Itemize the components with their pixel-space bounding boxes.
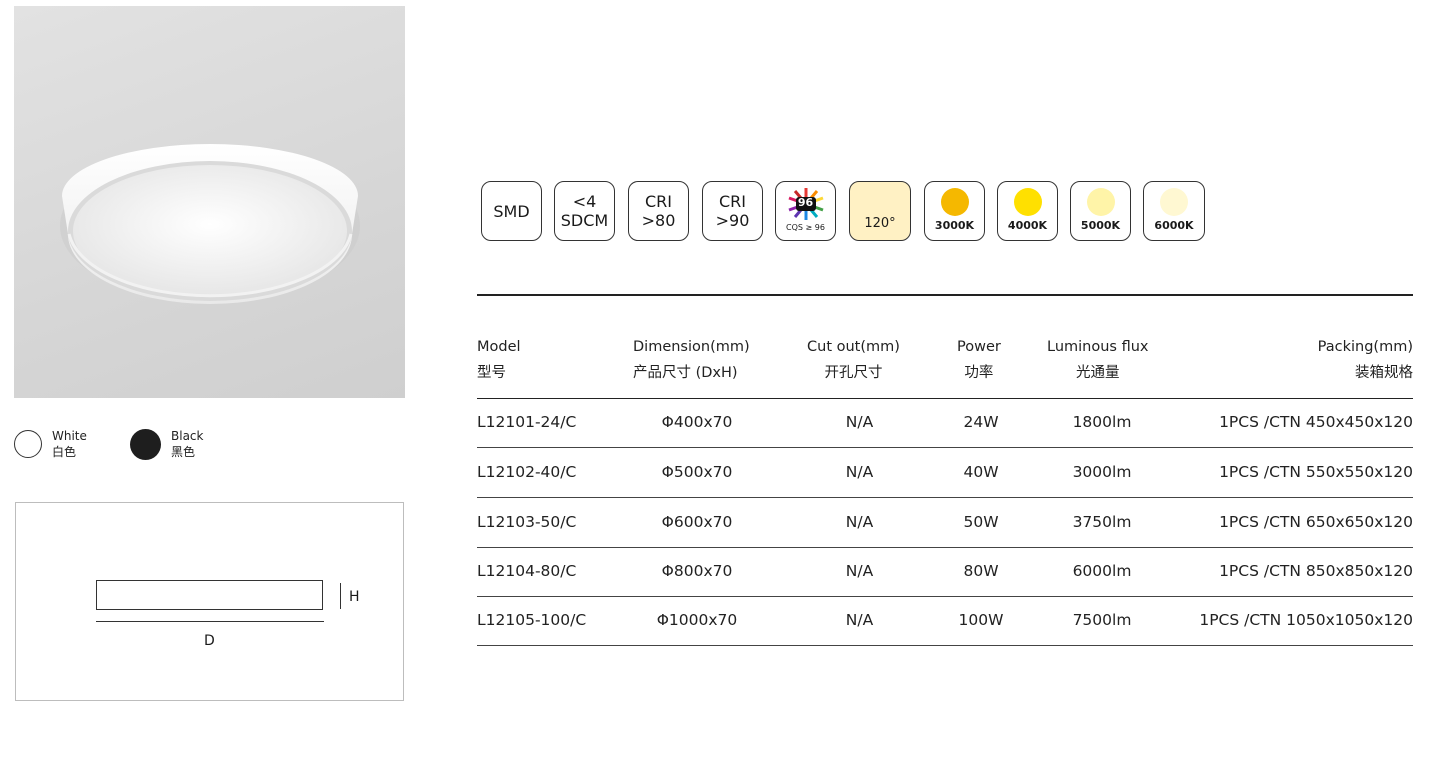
cct-3000k-label: 3000K <box>934 219 975 232</box>
sdcm-line1: <4 <box>572 192 597 211</box>
diagram-d-label: D <box>204 633 215 649</box>
header-dimension: Dimension(mm) 产品尺寸 (DxH) <box>633 339 750 381</box>
smd-icon: SMD <box>481 181 542 241</box>
smd-label: SMD <box>493 201 530 221</box>
table-row: L12102-40/C Φ500x70 N/A 40W 3000lm 1PCS … <box>477 448 1413 498</box>
cqs-label: CQS ≥ 96 <box>786 223 825 232</box>
cri90-icon: CRI >90 <box>702 181 763 241</box>
diagram-h-label: H <box>349 589 360 605</box>
diagram-width-line <box>96 621 324 622</box>
cqs-icon: 96 CQS ≥ 96 <box>775 181 836 241</box>
table-row: L12105-100/C Φ1000x70 N/A 100W 7500lm 1P… <box>477 596 1413 646</box>
finish-white-en: White <box>52 429 87 443</box>
ceiling-light-image <box>60 144 360 304</box>
beam-angle-icon: 120° <box>849 181 911 241</box>
cct-4000k-label: 4000K <box>1007 219 1048 232</box>
header-packing: Packing(mm) 装箱规格 <box>1317 339 1413 381</box>
cct-4000k-icon: 4000K <box>997 181 1058 241</box>
white-swatch-icon <box>14 430 42 458</box>
finish-options: White 白色 Black 黑色 <box>14 428 405 472</box>
sdcm-line2: SDCM <box>560 211 609 230</box>
top-divider <box>477 294 1413 296</box>
beam-angle-label: 120° <box>864 216 896 231</box>
finish-white: White 白色 <box>14 428 87 460</box>
cri90-line2: >90 <box>715 211 750 230</box>
cri90-line1: CRI <box>718 192 746 211</box>
header-flux: Luminous flux 光通量 <box>1047 339 1149 381</box>
table-row: L12101-24/C Φ400x70 N/A 24W 1800lm 1PCS … <box>477 398 1413 448</box>
cqs-value: 96 <box>797 196 814 209</box>
finish-black-zh: 黑色 <box>171 445 196 459</box>
cct-3000k-icon: 3000K <box>924 181 985 241</box>
header-power: Power 功率 <box>957 339 1001 381</box>
finish-black-en: Black <box>171 429 204 443</box>
product-photo <box>14 6 405 398</box>
table-row: L12104-80/C Φ800x70 N/A 80W 6000lm 1PCS … <box>477 547 1413 597</box>
sun-3000k-icon <box>940 188 969 216</box>
cri80-line1: CRI <box>644 192 672 211</box>
sdcm-icon: <4 SDCM <box>554 181 615 241</box>
sun-4000k-icon <box>1013 188 1042 216</box>
dimension-diagram: H D <box>15 502 404 701</box>
sun-5000k-icon <box>1086 188 1115 216</box>
sun-6000k-icon <box>1160 188 1188 216</box>
table-row: L12103-50/C Φ600x70 N/A 50W 3750lm 1PCS … <box>477 498 1413 548</box>
black-swatch-icon <box>130 428 161 460</box>
cct-5000k-label: 5000K <box>1080 219 1121 232</box>
cct-5000k-icon: 5000K <box>1070 181 1131 241</box>
header-cutout: Cut out(mm) 开孔尺寸 <box>807 339 900 381</box>
finish-black: Black 黑色 <box>130 428 203 460</box>
header-model: Model 型号 <box>477 339 521 381</box>
diagram-body <box>96 580 323 610</box>
diagram-height-line <box>340 583 341 609</box>
cri80-line2: >80 <box>641 211 676 230</box>
cct-6000k-icon: 6000K <box>1143 181 1205 241</box>
finish-white-zh: 白色 <box>52 445 77 459</box>
cri80-icon: CRI >80 <box>628 181 689 241</box>
cct-6000k-label: 6000K <box>1154 219 1194 232</box>
